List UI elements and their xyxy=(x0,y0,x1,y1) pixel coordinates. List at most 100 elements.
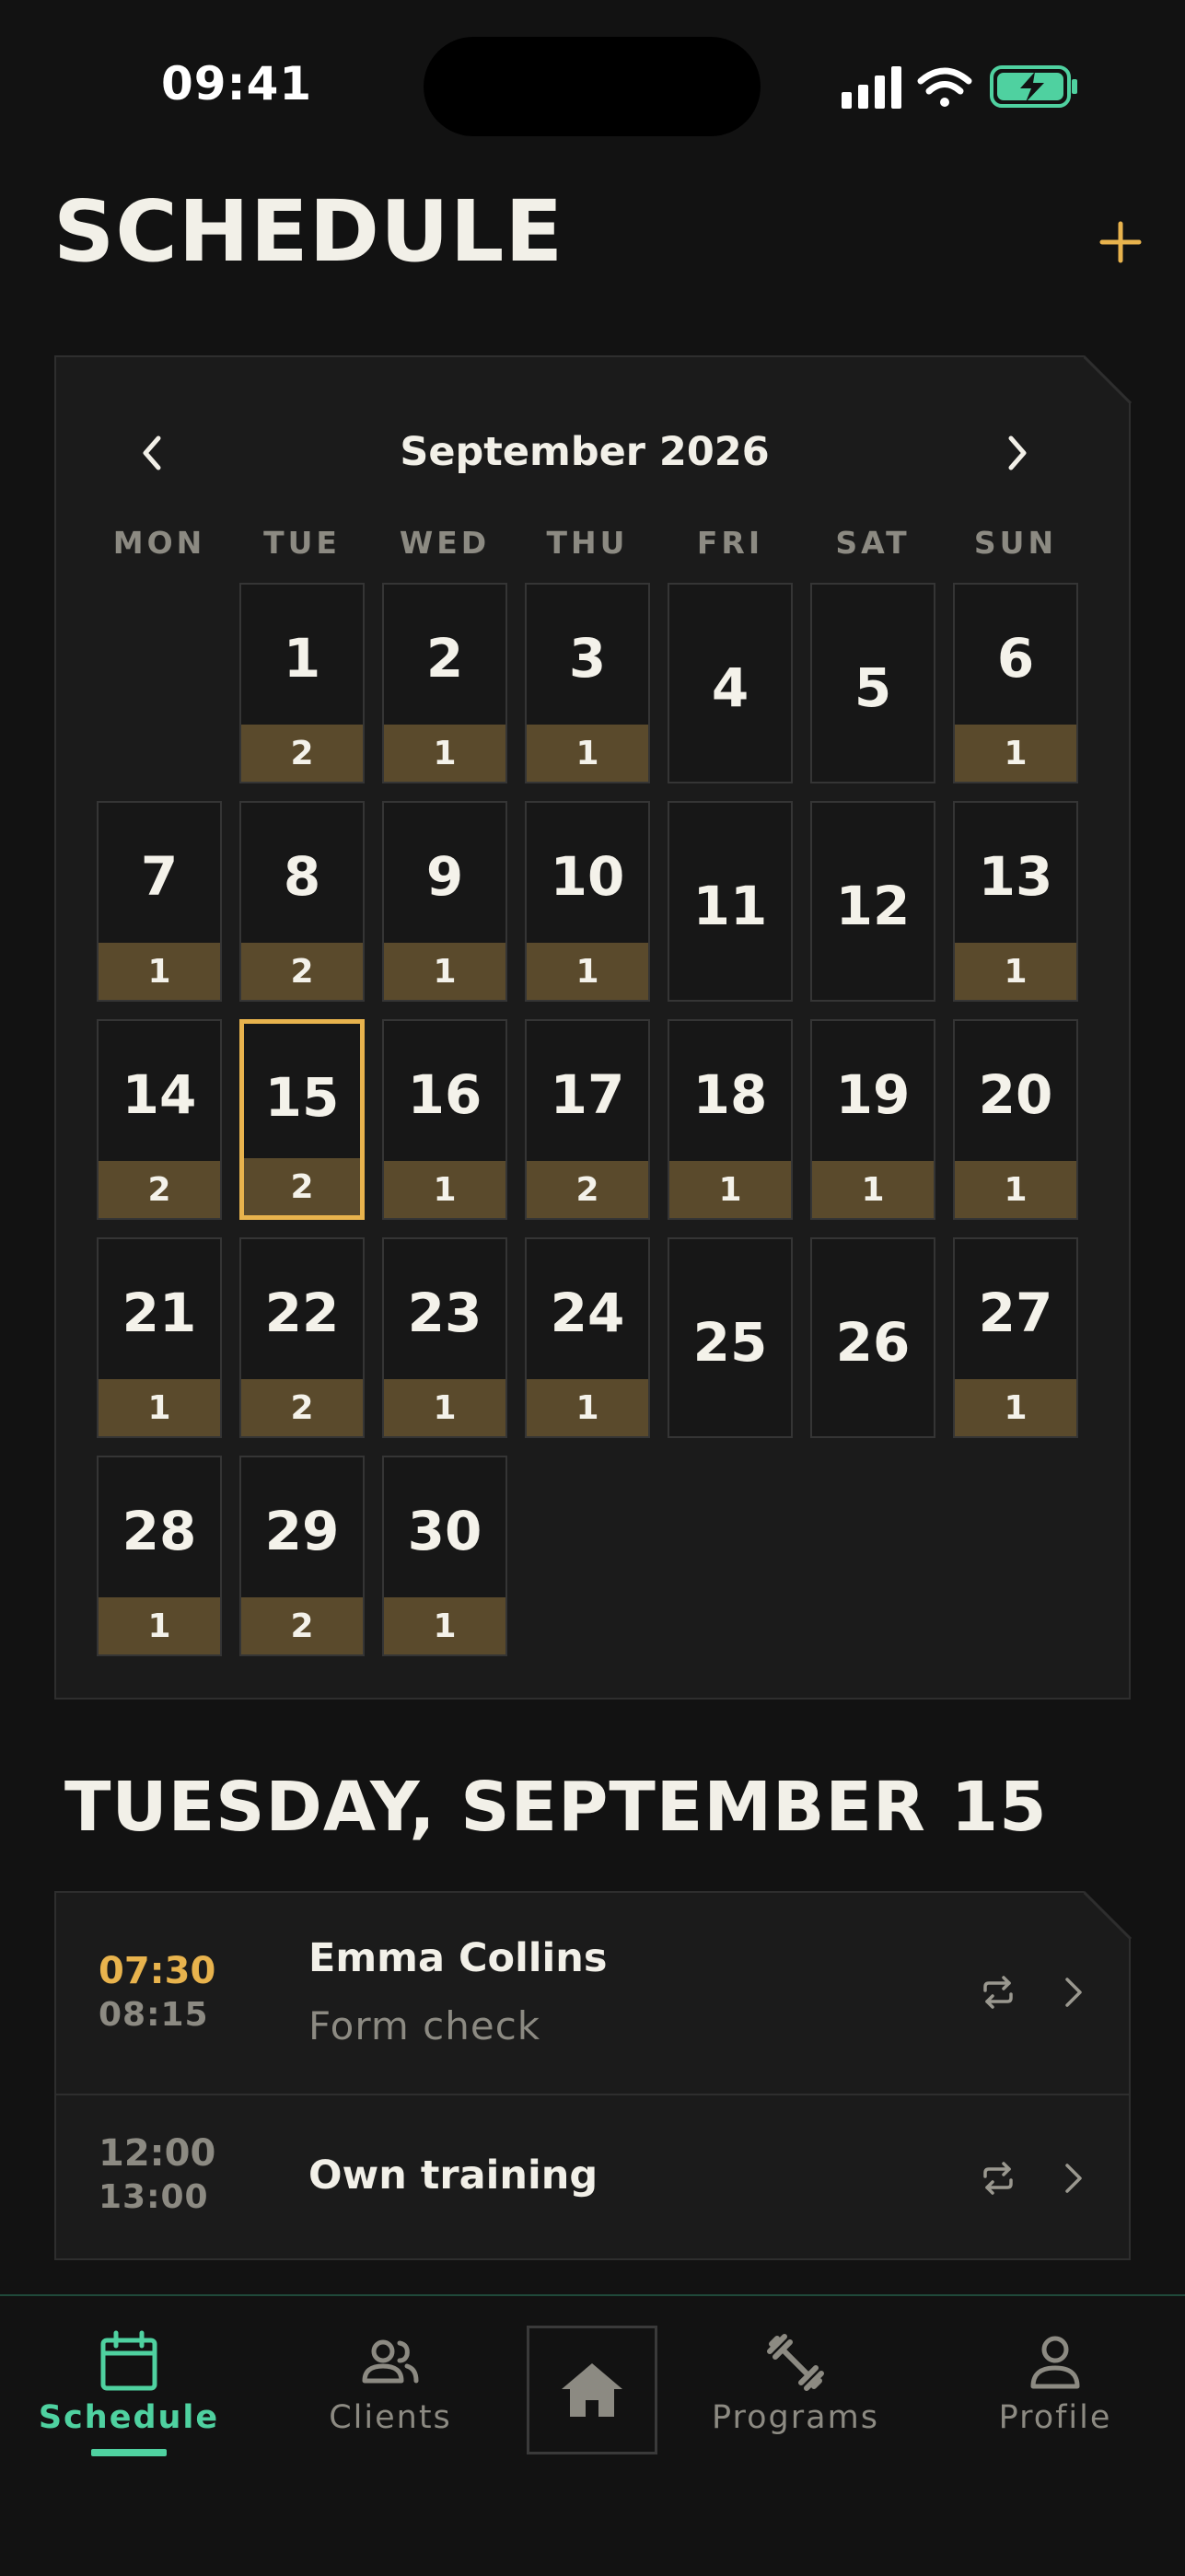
calendar-day-cell[interactable]: 24 1 xyxy=(525,1237,650,1438)
appointment-end-time: 13:00 xyxy=(99,2178,209,2216)
appointment-list: 07:30 08:15 Emma Collins Form check 12:0… xyxy=(54,1891,1131,2260)
calendar-day-cell[interactable]: 14 2 xyxy=(97,1019,222,1220)
calendar-day-cell[interactable]: 16 1 xyxy=(382,1019,507,1220)
day-number: 16 xyxy=(407,1063,482,1126)
calendar-day-cell[interactable]: 91 xyxy=(382,801,507,1002)
day-number: 1 xyxy=(283,627,321,690)
tab-schedule[interactable]: Schedule xyxy=(37,2296,221,2480)
session-count-badge: 1 xyxy=(384,943,505,1000)
chevron-right-icon xyxy=(1065,2164,1082,2193)
weekday-label: MON xyxy=(112,525,206,561)
tab-label: Profile xyxy=(998,2399,1112,2436)
calendar-day-cell[interactable]: 23 1 xyxy=(382,1237,507,1438)
day-number: 8 xyxy=(283,845,321,908)
calendar-day-cell[interactable]: 13 1 xyxy=(953,801,1078,1002)
weekday-label: FRI xyxy=(696,525,764,561)
day-number: 13 xyxy=(978,845,1053,908)
month-title: September 2026 xyxy=(400,429,770,475)
tab-programs[interactable]: Programs xyxy=(703,2296,888,2480)
users-icon xyxy=(362,2339,419,2384)
day-number: 24 xyxy=(550,1282,625,1344)
session-count-badge: 1 xyxy=(384,1379,505,1436)
calendar-day-cell[interactable]: 19 1 xyxy=(810,1019,935,1220)
session-count-badge: 1 xyxy=(384,725,505,782)
weekday-label: SUN xyxy=(973,525,1058,561)
session-count-badge: 1 xyxy=(527,943,648,1000)
status-icons xyxy=(842,65,1077,109)
weekday-header: MON TUE WED THU FRI SAT SUN xyxy=(97,525,1080,567)
calendar-day-cell[interactable]: 30 1 xyxy=(382,1456,507,1656)
session-count-badge: 1 xyxy=(527,1379,648,1436)
page-title: SCHEDULE xyxy=(53,182,564,281)
day-number: 2 xyxy=(425,627,464,690)
day-number: 25 xyxy=(692,1311,768,1374)
session-count-badge: 2 xyxy=(241,943,363,1000)
calendar-day-cell[interactable]: 11 xyxy=(668,801,793,1002)
calendar-day-cell[interactable]: 61 xyxy=(953,583,1078,783)
status-time: 09:41 xyxy=(161,57,313,110)
calendar-day-cell[interactable]: 10 1 xyxy=(525,801,650,1002)
appointment-name: Own training xyxy=(308,2152,598,2199)
calendar-day-cell[interactable]: 12 xyxy=(239,583,365,783)
dynamic-island xyxy=(424,37,761,136)
appointment-row[interactable]: 12:00 13:00 Own training xyxy=(56,2094,1129,2260)
tab-clients[interactable]: Clients xyxy=(298,2296,482,2480)
calendar-day-cell[interactable]: 25 xyxy=(668,1237,793,1438)
calendar-day-cell[interactable]: 12 xyxy=(810,801,935,1002)
calendar-day-cell[interactable]: 31 xyxy=(525,583,650,783)
appointment-row[interactable]: 07:30 08:15 Emma Collins Form check xyxy=(56,1893,1129,2094)
calendar-day-cell[interactable]: 21 xyxy=(382,583,507,783)
calendar-grid: 1 2 2 1 3 1 4 5 6 1 7 1 8 2 9 1 10 1 11 12 13 1 14 2 15 2 16 1 17 2 18… xyxy=(97,583,1080,1660)
calendar-day-cell[interactable]: 18 1 xyxy=(668,1019,793,1220)
day-number: 4 xyxy=(711,656,749,719)
appointment-subtitle: Form check xyxy=(308,2003,541,2048)
day-number: 27 xyxy=(978,1282,1053,1344)
calendar-day-cell[interactable]: 22 2 xyxy=(239,1237,365,1438)
next-month-button[interactable] xyxy=(983,420,1050,486)
calendar-day-cell[interactable]: 28 1 xyxy=(97,1456,222,1656)
home-icon xyxy=(562,2363,622,2417)
tab-profile[interactable]: Profile xyxy=(963,2296,1147,2480)
calendar-day-cell[interactable]: 20 1 xyxy=(953,1019,1078,1220)
day-number: 3 xyxy=(568,627,607,690)
chevron-right-icon xyxy=(1065,1978,1082,2007)
day-number: 26 xyxy=(835,1311,911,1374)
calendar-day-cell[interactable]: 17 2 xyxy=(525,1019,650,1220)
day-number: 21 xyxy=(122,1282,197,1344)
day-number: 12 xyxy=(835,875,911,937)
session-count-badge: 1 xyxy=(99,1597,220,1654)
session-count-badge: 2 xyxy=(241,1379,363,1436)
appointment-name: Emma Collins xyxy=(308,1935,608,1981)
battery-icon xyxy=(990,65,1077,108)
session-count-badge: 1 xyxy=(99,943,220,1000)
calendar-day-cell[interactable]: 26 xyxy=(810,1237,935,1438)
selected-date-heading: TUESDAY, SEPTEMBER 15 xyxy=(64,1768,1048,1847)
session-count-badge: 1 xyxy=(384,1161,505,1218)
weekday-label: THU xyxy=(546,525,629,561)
session-count-badge: 1 xyxy=(99,1379,220,1436)
wifi-icon xyxy=(917,67,972,107)
day-number: 23 xyxy=(407,1282,482,1344)
session-count-badge: 1 xyxy=(955,1161,1076,1218)
calendar-day-cell[interactable]: 27 1 xyxy=(953,1237,1078,1438)
calendar-day-cell[interactable]: 29 2 xyxy=(239,1456,365,1656)
calendar-day-cell[interactable]: 71 xyxy=(97,801,222,1002)
calendar-day-cell[interactable]: 82 xyxy=(239,801,365,1002)
tab-label: Schedule xyxy=(38,2399,220,2436)
appointment-end-time: 08:15 xyxy=(99,1996,209,2034)
signal-icon xyxy=(842,66,901,109)
day-number: 5 xyxy=(854,656,892,719)
month-navigation: September 2026 xyxy=(120,420,1050,486)
repeat-icon xyxy=(983,2162,1013,2195)
add-session-button[interactable] xyxy=(1085,210,1156,274)
calendar-day-cell[interactable]: 15 2 xyxy=(239,1019,365,1220)
calendar-day-cell[interactable]: 4 xyxy=(668,583,793,783)
session-count-badge: 2 xyxy=(241,725,363,782)
calendar-day-cell[interactable]: 21 1 xyxy=(97,1237,222,1438)
day-number: 9 xyxy=(425,845,464,908)
day-number: 20 xyxy=(978,1063,1053,1126)
tab-home[interactable] xyxy=(527,2326,657,2454)
session-count-badge: 1 xyxy=(527,725,648,782)
calendar-day-cell[interactable]: 5 xyxy=(810,583,935,783)
tab-label: Programs xyxy=(712,2399,879,2436)
